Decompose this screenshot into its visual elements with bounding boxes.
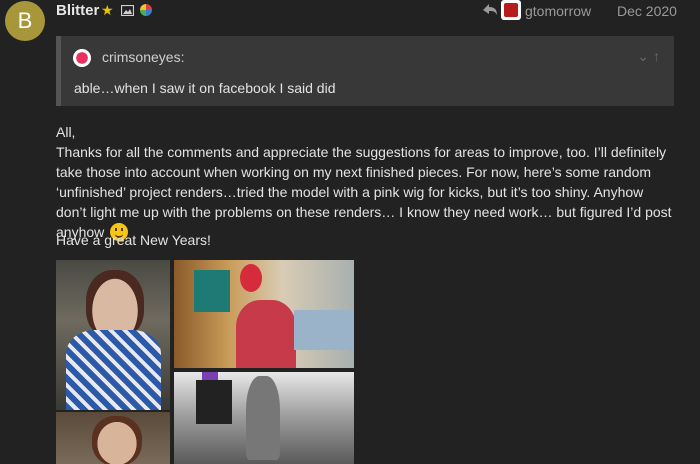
author-username[interactable]: Blitter xyxy=(56,2,99,19)
quote-author[interactable]: crimsoneyes: xyxy=(102,49,184,65)
reply-to-username[interactable]: gtomorrow xyxy=(525,3,591,19)
post-body: All, Thanks for all the comments and app… xyxy=(56,122,676,242)
quote-text: able…when I saw it on facebook I said di… xyxy=(74,80,336,96)
post-greeting: All, xyxy=(56,124,76,140)
render-image-4[interactable] xyxy=(56,412,170,464)
arrow-up-icon[interactable]: ↑ xyxy=(653,48,664,64)
chevron-down-icon[interactable]: ⌄ xyxy=(637,48,653,64)
quote-controls: ⌄↑ xyxy=(637,48,664,65)
post-paragraph: Thanks for all the comments and apprecia… xyxy=(56,144,672,241)
author-avatar[interactable]: B xyxy=(5,1,45,41)
post-date[interactable]: Dec 2020 xyxy=(617,3,677,19)
quote-block: crimsoneyes: ⌄↑ able…when I saw it on fa… xyxy=(56,36,674,106)
render-image-3[interactable] xyxy=(174,372,354,464)
reply-arrow-icon[interactable] xyxy=(482,3,498,16)
reply-user-avatar[interactable] xyxy=(501,0,521,20)
image-grid xyxy=(56,260,354,464)
quote-author-avatar xyxy=(73,49,91,67)
image-icon xyxy=(121,5,134,16)
star-icon: ★ xyxy=(101,2,114,18)
render-image-1[interactable] xyxy=(56,260,170,410)
globe-icon xyxy=(140,4,152,16)
post-closing: Have a great New Years! xyxy=(56,232,211,248)
render-image-2[interactable] xyxy=(174,260,354,368)
